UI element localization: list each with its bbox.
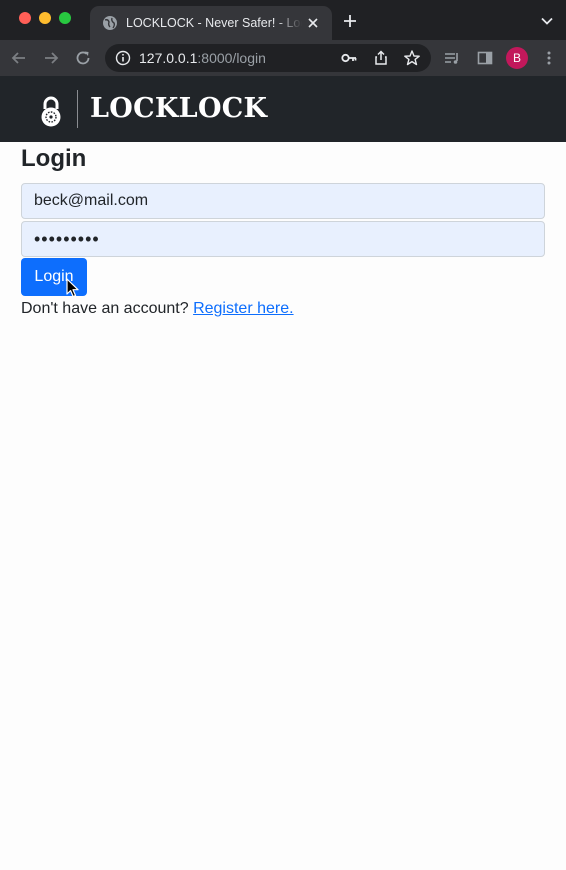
more-vert-icon[interactable] xyxy=(540,49,558,67)
side-panel-icon[interactable] xyxy=(476,49,494,67)
browser-tab-active[interactable]: LOCKLOCK - Never Safer! - Login xyxy=(90,6,332,40)
plus-icon[interactable] xyxy=(342,13,358,29)
url-path: :8000/login xyxy=(197,50,266,66)
window-minimize-button[interactable] xyxy=(39,12,51,24)
brand-logo-text[interactable]: LOCKLOCK xyxy=(90,90,267,128)
window-close-button[interactable] xyxy=(19,12,31,24)
email-field[interactable] xyxy=(21,183,545,219)
register-prompt: Don't have an account? Register here. xyxy=(21,299,294,319)
reading-list-icon[interactable] xyxy=(443,49,461,67)
back-arrow-icon[interactable] xyxy=(10,49,28,67)
info-icon[interactable] xyxy=(115,50,131,66)
chevron-down-icon[interactable] xyxy=(540,14,554,28)
page-title: Login xyxy=(21,145,87,172)
register-link[interactable]: Register here. xyxy=(193,300,294,317)
close-icon[interactable] xyxy=(306,16,320,30)
reload-icon[interactable] xyxy=(74,49,92,67)
site-navbar: LOCKLOCK xyxy=(0,76,566,142)
globe-icon xyxy=(103,16,117,30)
browser-tab-strip: LOCKLOCK - Never Safer! - Login xyxy=(0,0,566,40)
star-icon[interactable] xyxy=(403,49,421,67)
forward-arrow-icon[interactable] xyxy=(42,49,60,67)
mouse-pointer-icon xyxy=(66,278,79,298)
padlock-icon xyxy=(41,96,61,127)
register-prompt-text: Don't have an account? xyxy=(21,300,194,317)
password-field[interactable] xyxy=(21,221,545,257)
window-maximize-button[interactable] xyxy=(59,12,71,24)
brand-divider xyxy=(77,90,78,128)
url-text: 127.0.0.1:8000/login xyxy=(139,49,266,67)
tab-title: LOCKLOCK - Never Safer! - Login xyxy=(126,16,302,30)
profile-avatar[interactable]: B xyxy=(506,47,528,69)
url-host: 127.0.0.1 xyxy=(139,50,198,66)
key-icon[interactable] xyxy=(340,49,358,67)
address-bar[interactable]: 127.0.0.1:8000/login xyxy=(105,44,431,72)
share-icon[interactable] xyxy=(372,49,390,67)
